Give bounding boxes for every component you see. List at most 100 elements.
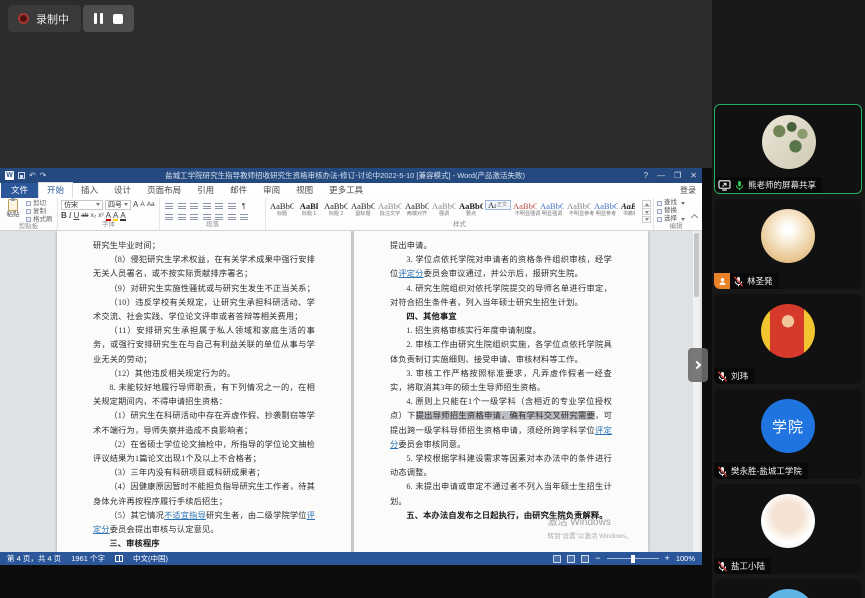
style-chip-selected[interactable]: AaBbCcD正文 (485, 200, 511, 210)
zoom-level[interactable]: 100% (676, 554, 695, 563)
shading-button[interactable] (226, 211, 237, 220)
scrollbar-thumb[interactable] (694, 233, 699, 297)
bold-button[interactable]: B (61, 211, 67, 221)
style-chip[interactable]: AaBbCcD要点 (458, 200, 484, 219)
grow-font-button[interactable]: A (133, 200, 138, 210)
participant-tile[interactable]: 学院 樊永胜-盐城工学院 (714, 389, 862, 479)
font-color-button[interactable]: A (106, 211, 111, 220)
font-name-select[interactable]: 仿宋 (61, 200, 103, 210)
tab-more-tools[interactable]: 更多工具 (321, 183, 371, 198)
style-chip[interactable]: AaBbC标题 (269, 200, 295, 219)
style-chip[interactable]: AaBbCcD不明显参考 (566, 200, 592, 219)
style-chip[interactable]: AaBbCcD书籍标题 (620, 200, 635, 219)
font-size-select[interactable]: 四号 (105, 200, 131, 210)
copy-button[interactable]: 复制 (26, 208, 53, 215)
shrink-font-button[interactable]: A (140, 200, 144, 210)
style-chip[interactable]: AaBbCcD批注文字 (377, 200, 403, 219)
zoom-in-button[interactable]: + (665, 554, 670, 563)
stop-recording-button[interactable] (113, 14, 123, 24)
align-right-button[interactable] (188, 211, 199, 220)
numbering-button[interactable] (176, 200, 187, 209)
italic-button[interactable]: I (69, 211, 72, 221)
style-chip[interactable]: AaBbCcD明显强调 (539, 200, 565, 219)
subscript-button[interactable]: x₂ (90, 211, 96, 221)
tab-review[interactable]: 审阅 (255, 183, 288, 198)
sidebar-expand-button[interactable] (688, 348, 708, 382)
borders-button[interactable] (238, 211, 249, 220)
style-chip[interactable]: AaBbCcI两端对齐 (404, 200, 430, 219)
print-layout-button[interactable] (567, 555, 575, 563)
document-canvas[interactable]: 研究生毕业时间； （8）侵犯研究生学术权益，在有关学术成果中强行安排无关人员署名… (0, 231, 702, 552)
bullets-button[interactable] (163, 200, 174, 209)
style-chip[interactable]: AaBbCcD不明显强调 (512, 200, 538, 219)
multilevel-list-button[interactable] (188, 200, 199, 209)
tab-view[interactable]: 视图 (288, 183, 321, 198)
decrease-indent-button[interactable] (201, 200, 212, 209)
line-spacing-button[interactable] (213, 211, 224, 220)
help-button[interactable]: ? (644, 171, 648, 180)
superscript-button[interactable]: x² (98, 211, 103, 221)
save-icon[interactable] (18, 172, 25, 179)
tab-mailings[interactable]: 邮件 (222, 183, 255, 198)
select-button[interactable]: 选择 (657, 215, 695, 223)
styles-more-icon[interactable] (642, 216, 651, 223)
chevron-down-icon (681, 202, 685, 205)
tab-design[interactable]: 设计 (106, 183, 139, 198)
participant-tile[interactable] (714, 579, 862, 598)
document-scrollbar[interactable] (693, 231, 700, 552)
style-chip[interactable]: AaBbCcL明显参考 (593, 200, 619, 219)
tab-references[interactable]: 引用 (189, 183, 222, 198)
zoom-slider[interactable] (607, 558, 659, 559)
justify-button[interactable] (201, 211, 212, 220)
tab-insert[interactable]: 插入 (73, 183, 106, 198)
style-chip[interactable]: AaBl标题 1 (296, 200, 322, 219)
web-layout-button[interactable] (581, 555, 589, 563)
word-count[interactable]: 1961 个字 (71, 553, 105, 564)
text-highlight-button[interactable]: A (113, 211, 118, 220)
participant-tile[interactable]: 熊老师的屏幕共享 (714, 104, 862, 194)
participant-tile[interactable]: 盐工小陆 (714, 484, 862, 574)
increase-indent-button[interactable] (213, 200, 224, 209)
tab-page-layout[interactable]: 页面布局 (139, 183, 189, 198)
find-button[interactable]: 查找 (657, 199, 695, 207)
align-center-button[interactable] (176, 211, 187, 220)
align-left-button[interactable] (163, 211, 174, 220)
sign-in-link[interactable]: 登录 (680, 185, 696, 196)
redo-icon[interactable]: ↷ (40, 168, 47, 183)
zoom-out-button[interactable]: − (595, 554, 600, 563)
tab-home[interactable]: 开始 (38, 182, 73, 198)
paragraph-group-label: 段落 (163, 221, 262, 230)
undo-icon[interactable]: ↶ (29, 168, 36, 183)
read-mode-button[interactable] (553, 555, 561, 563)
mic-muted-icon (733, 276, 744, 287)
style-chip[interactable]: AaBbC副标题 (350, 200, 376, 219)
page-indicator[interactable]: 第 4 页，共 4 页 (7, 553, 61, 564)
document-page-right: 提出申请。 3. 学位点依托学院对申请者的资格条件组织审核，经学位评定分委员会审… (354, 231, 648, 552)
cut-button[interactable]: 剪切 (26, 200, 53, 207)
styles-scroll-down-icon[interactable] (642, 208, 651, 215)
minimize-button[interactable]: — (657, 171, 665, 180)
style-chip[interactable]: AaBbCcD强调 (431, 200, 457, 219)
character-shading-button[interactable]: A (120, 211, 125, 220)
change-case-button[interactable]: Aa (147, 200, 155, 210)
replace-button[interactable]: 替换 (657, 207, 695, 215)
zoom-slider-thumb[interactable] (631, 555, 635, 563)
strikethrough-button[interactable]: ab (81, 211, 88, 221)
restore-button[interactable]: ❐ (674, 171, 681, 180)
close-button[interactable]: ✕ (690, 171, 697, 180)
underline-button[interactable]: U (73, 211, 79, 221)
proofing-icon[interactable] (115, 555, 123, 562)
language-indicator[interactable]: 中文(中国) (133, 553, 168, 564)
tab-file[interactable]: 文件 (1, 183, 38, 198)
participant-name: 林圣発 (747, 275, 773, 287)
collapse-ribbon-icon[interactable] (691, 214, 698, 219)
participant-tile[interactable]: 刘玮 (714, 294, 862, 384)
format-painter-button[interactable]: 格式刷 (26, 216, 53, 223)
pause-recording-button[interactable] (94, 13, 103, 24)
sort-button[interactable] (226, 200, 237, 209)
style-chip[interactable]: AaBbC标题 2 (323, 200, 349, 219)
participant-tile[interactable]: 林圣発 (714, 199, 862, 289)
paste-button[interactable]: 粘贴 (3, 199, 23, 223)
show-marks-button[interactable]: ¶ (238, 200, 249, 209)
styles-scroll-up-icon[interactable] (642, 200, 651, 207)
